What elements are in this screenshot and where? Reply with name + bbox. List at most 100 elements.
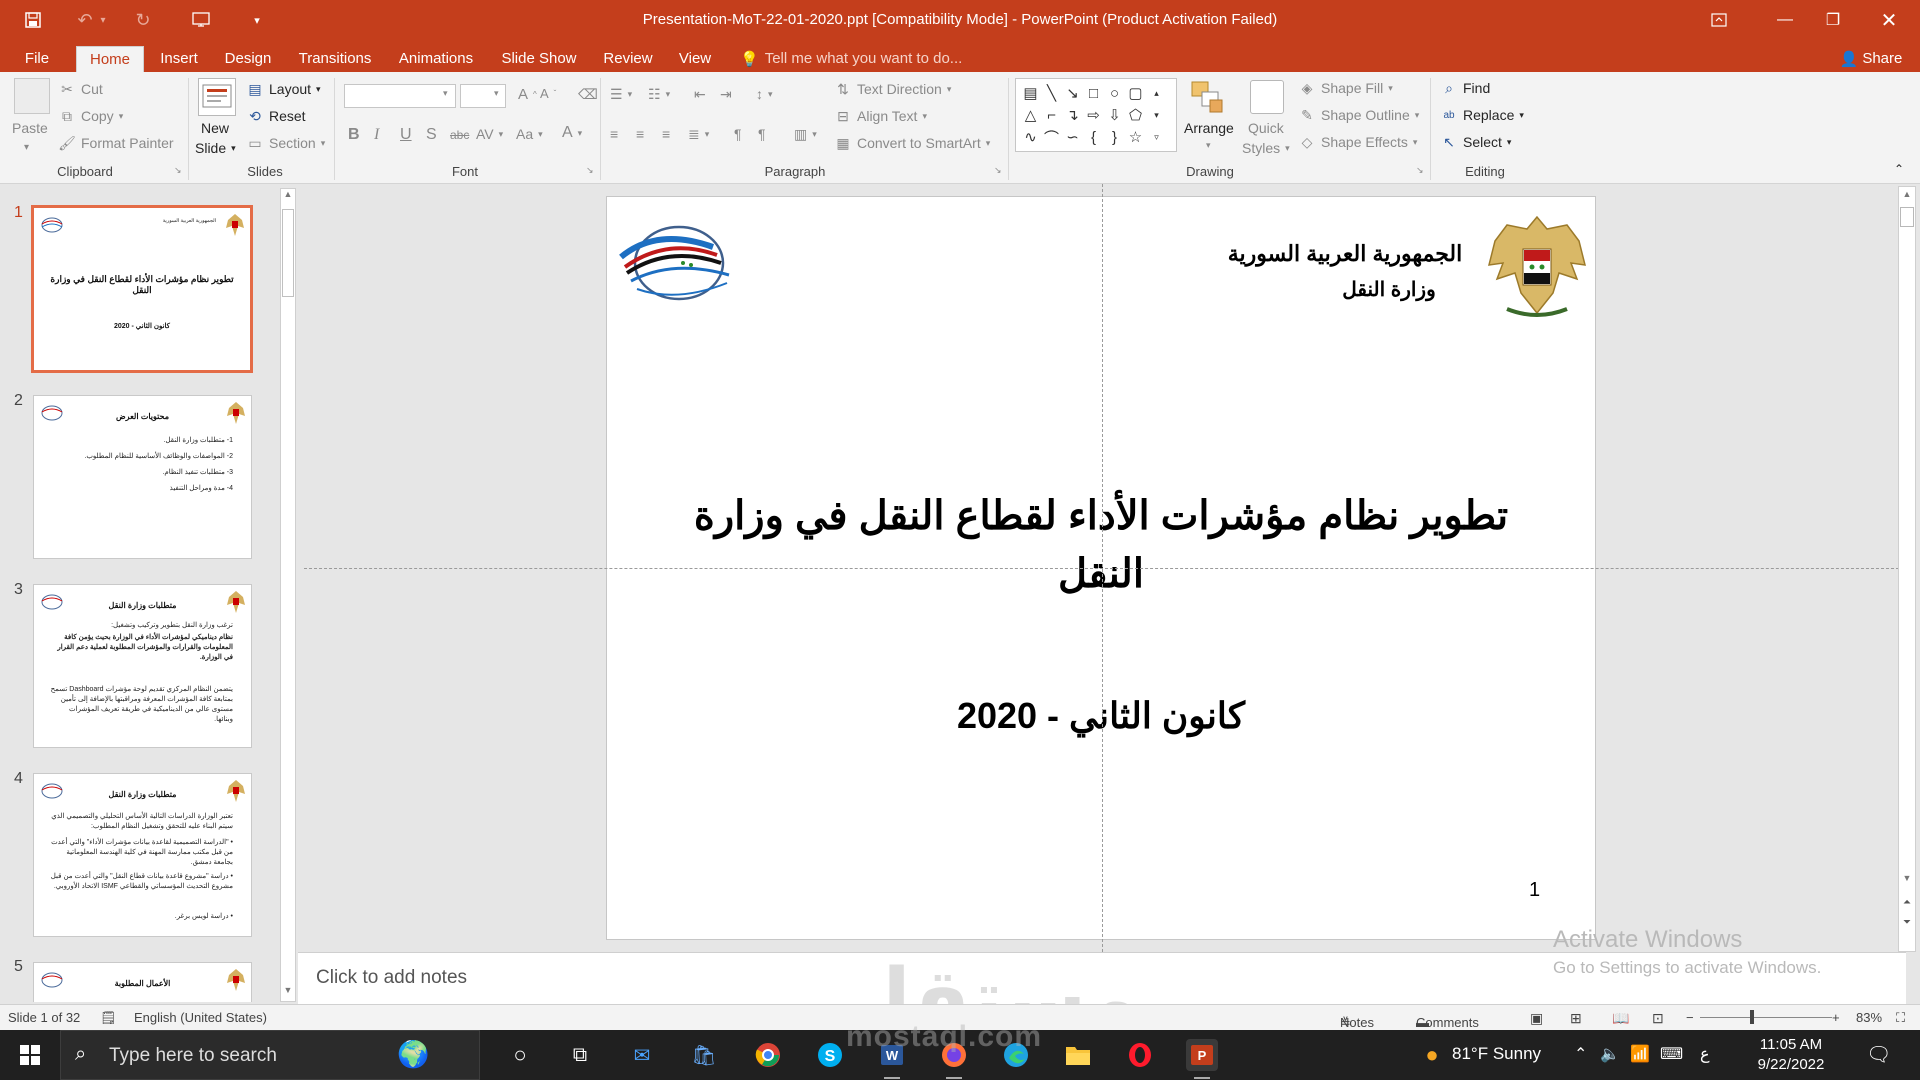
file-explorer-icon[interactable] bbox=[1062, 1039, 1094, 1071]
font-size-dropdown-icon[interactable]: ▾ bbox=[494, 88, 499, 99]
justify-icon[interactable]: ≣ ▾ bbox=[688, 126, 709, 143]
copy-button[interactable]: ⧉ Copy ▾ bbox=[58, 107, 123, 125]
scroll-thumb[interactable] bbox=[1900, 207, 1914, 227]
cortana-icon[interactable]: ○ bbox=[504, 1039, 536, 1071]
zoom-level[interactable]: 83% bbox=[1856, 1010, 1882, 1025]
shape-outline-button[interactable]: ✎ Shape Outline ▾ bbox=[1298, 106, 1419, 124]
gallery-up-icon[interactable]: ▴ bbox=[1146, 82, 1167, 104]
underline-icon[interactable]: U bbox=[400, 126, 412, 144]
new-slide-button[interactable]: Slide ▾ bbox=[195, 140, 236, 156]
collapse-ribbon-icon[interactable]: ⌃ bbox=[1894, 162, 1904, 176]
gallery-down-icon[interactable]: ▾ bbox=[1146, 104, 1167, 126]
task-view-icon[interactable]: ⧉ bbox=[564, 1039, 596, 1071]
wifi-icon[interactable]: 📶 bbox=[1630, 1044, 1650, 1064]
scroll-down-icon[interactable]: ▼ bbox=[1901, 873, 1913, 887]
right-to-left-icon[interactable]: ¶ bbox=[758, 126, 766, 142]
wave-shape-icon[interactable]: ∽ bbox=[1062, 126, 1083, 148]
format-painter-button[interactable]: 🖌 Format Painter bbox=[58, 134, 173, 152]
text-box-shape-icon[interactable]: ▤ bbox=[1020, 82, 1041, 104]
left-to-right-icon[interactable]: ¶ bbox=[734, 126, 742, 142]
speaker-icon[interactable]: 🔈 bbox=[1600, 1044, 1620, 1064]
arrow-line-shape-icon[interactable]: ↘ bbox=[1062, 82, 1083, 104]
arc-shape-icon[interactable]: ⌒ bbox=[1041, 126, 1062, 148]
notes-placeholder[interactable]: Click to add notes bbox=[316, 967, 467, 989]
select-button[interactable]: ↖ Select ▾ bbox=[1440, 133, 1511, 151]
numbering-icon[interactable]: ☷ ▾ bbox=[648, 86, 670, 103]
slide-sorter-icon[interactable]: ⊞ bbox=[1570, 1010, 1582, 1027]
windows-start-icon[interactable] bbox=[14, 1039, 46, 1071]
drawing-launcher-icon[interactable]: ↘ bbox=[1416, 165, 1424, 176]
font-size-input[interactable] bbox=[460, 84, 506, 108]
slide-thumbnail-4[interactable]: متطلبات وزارة النقل تعتبر الوزارة الدراس… bbox=[33, 773, 252, 937]
scroll-up-icon[interactable]: ▲ bbox=[1901, 189, 1913, 203]
slide-scrollbar[interactable]: ▲ ▼ ⏶ ⏷ bbox=[1898, 186, 1916, 952]
left-brace-shape-icon[interactable]: { bbox=[1083, 126, 1104, 148]
right-brace-shape-icon[interactable]: } bbox=[1104, 126, 1125, 148]
zoom-in-icon[interactable]: + bbox=[1832, 1010, 1840, 1025]
reset-button[interactable]: ⟲ Reset bbox=[246, 107, 305, 125]
input-language[interactable]: ع bbox=[1700, 1044, 1710, 1064]
font-name-input[interactable] bbox=[344, 84, 456, 108]
tab-review[interactable]: Review bbox=[598, 46, 658, 72]
line-spacing-icon[interactable]: ↕ ▾ bbox=[756, 86, 773, 102]
down-arrow-shape-icon[interactable]: ⇩ bbox=[1104, 104, 1125, 126]
connector-shape-icon[interactable]: ⌐ bbox=[1041, 104, 1062, 126]
slide-thumbnail-1[interactable]: الجمهورية العربية السورية تطوير نظام مؤش… bbox=[31, 205, 253, 373]
slide-page-number[interactable]: 1 bbox=[1529, 879, 1540, 902]
quick-styles-button[interactable]: Styles ▾ bbox=[1242, 140, 1290, 156]
arrange-button[interactable]: Arrange bbox=[1184, 120, 1234, 136]
font-color-icon[interactable]: A ▾ bbox=[562, 124, 582, 142]
scroll-thumb[interactable] bbox=[282, 209, 294, 297]
slide-header-country[interactable]: الجمهورية العربية السورية bbox=[1215, 241, 1475, 267]
tab-file[interactable]: File bbox=[16, 46, 58, 72]
bullets-icon[interactable]: ☰ ▾ bbox=[610, 86, 632, 103]
tab-view[interactable]: View bbox=[672, 46, 718, 72]
replace-button[interactable]: ab Replace ▾ bbox=[1440, 106, 1523, 124]
keyboard-icon[interactable]: ⌨ bbox=[1660, 1044, 1683, 1064]
quick-styles-icon[interactable] bbox=[1250, 80, 1284, 114]
paste-icon[interactable] bbox=[14, 78, 50, 114]
clock[interactable]: 11:05 AM 9/22/2022 bbox=[1746, 1036, 1836, 1073]
strikethrough-icon[interactable]: abc bbox=[450, 128, 469, 142]
align-center-icon[interactable]: ≡ bbox=[636, 126, 644, 142]
star-shape-icon[interactable]: ☆ bbox=[1125, 126, 1146, 148]
copy-dropdown-icon[interactable]: ▾ bbox=[119, 111, 124, 122]
freeform-shape-icon[interactable]: ⬠ bbox=[1125, 104, 1146, 126]
slide-title[interactable]: تطوير نظام مؤشرات الأداء لقطاع النقل في … bbox=[647, 487, 1555, 603]
scroll-up-icon[interactable]: ▲ bbox=[282, 189, 294, 205]
mail-icon[interactable]: ✉ bbox=[626, 1039, 658, 1071]
italic-icon[interactable]: I bbox=[374, 126, 379, 144]
fit-slide-icon[interactable]: ⛶ bbox=[1896, 1010, 1905, 1026]
shape-fill-button[interactable]: ◈ Shape Fill ▾ bbox=[1298, 79, 1393, 97]
arrange-icon[interactable] bbox=[1190, 80, 1226, 114]
paragraph-launcher-icon[interactable]: ↘ bbox=[994, 165, 1002, 176]
rounded-rectangle-shape-icon[interactable]: ▢ bbox=[1125, 82, 1146, 104]
oval-shape-icon[interactable]: ○ bbox=[1104, 82, 1125, 104]
weather-text[interactable]: 81°F Sunny bbox=[1452, 1044, 1541, 1064]
elbow-connector-shape-icon[interactable]: ↴ bbox=[1062, 104, 1083, 126]
paste-dropdown-icon[interactable]: ▾ bbox=[24, 142, 29, 153]
decrease-indent-icon[interactable]: ⇤ bbox=[694, 86, 706, 103]
tab-animations[interactable]: Animations bbox=[392, 46, 480, 72]
slide-subtitle[interactable]: كانون الثاني - 2020 bbox=[807, 695, 1395, 737]
increase-indent-icon[interactable]: ⇥ bbox=[720, 86, 732, 103]
language-indicator[interactable]: English (United States) bbox=[134, 1010, 267, 1025]
slide-show-view-icon[interactable]: ⊡ bbox=[1652, 1010, 1664, 1027]
tab-home[interactable]: Home bbox=[76, 46, 144, 72]
columns-icon[interactable]: ▥ ▾ bbox=[794, 126, 817, 143]
new-slide-icon[interactable] bbox=[198, 78, 236, 116]
align-left-icon[interactable]: ≡ bbox=[610, 126, 618, 142]
text-shadow-icon[interactable]: S bbox=[426, 126, 437, 144]
gallery-more-icon[interactable]: ▿ bbox=[1146, 126, 1167, 148]
change-case-icon[interactable]: Aa ▾ bbox=[516, 126, 543, 142]
normal-view-icon[interactable]: ▣ bbox=[1530, 1010, 1543, 1027]
skype-icon[interactable]: S bbox=[814, 1039, 846, 1071]
clipboard-launcher-icon[interactable]: ↘ bbox=[174, 165, 182, 176]
scroll-down-icon[interactable]: ▼ bbox=[282, 985, 294, 1001]
horizontal-guide[interactable] bbox=[304, 568, 1904, 569]
tab-transitions[interactable]: Transitions bbox=[292, 46, 378, 72]
find-button[interactable]: ⌕ Find bbox=[1440, 79, 1490, 97]
thumbnail-scrollbar[interactable]: ▲ ▼ bbox=[280, 188, 296, 1002]
shape-effects-button[interactable]: ◇ Shape Effects ▾ bbox=[1298, 133, 1418, 151]
align-text-button[interactable]: ⊟ Align Text ▾ bbox=[834, 107, 927, 125]
